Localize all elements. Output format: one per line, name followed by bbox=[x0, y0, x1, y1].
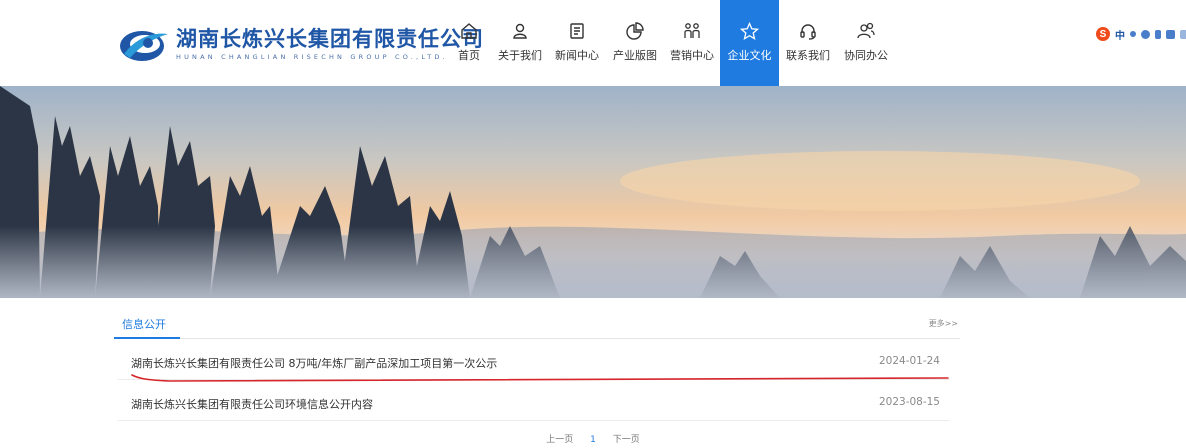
site-header: 湖南长炼兴长集团有限责任公司 HUNAN CHANGLIAN RISECHN G… bbox=[0, 0, 1186, 108]
hero-banner bbox=[0, 86, 1186, 298]
main-nav: 首页 关于我们 新闻中心 产业版图 营销中心 企业文化 联系我们 协同办公 bbox=[452, 0, 895, 108]
landscape-banner-image bbox=[0, 86, 1186, 298]
company-logo[interactable]: 湖南长炼兴长集团有限责任公司 HUNAN CHANGLIAN RISECHN G… bbox=[118, 22, 484, 66]
ime-mode[interactable]: 中 bbox=[1115, 27, 1125, 42]
info-disclosure-section: 信息公开 更多>> 湖南长炼兴长集团有限责任公司 8万吨/年炼厂副产品深加工项目… bbox=[114, 306, 960, 421]
sogou-logo-icon: S bbox=[1096, 27, 1110, 41]
microphone-icon[interactable] bbox=[1155, 29, 1161, 39]
current-page[interactable]: 1 bbox=[590, 435, 596, 445]
list-item-title[interactable]: 湖南长炼兴长集团有限责任公司 8万吨/年炼厂副产品深加工项目第一次公示 bbox=[131, 355, 497, 371]
list-item-title[interactable]: 湖南长炼兴长集团有限责任公司环境信息公开内容 bbox=[131, 396, 373, 412]
keyboard-icon[interactable] bbox=[1166, 29, 1175, 39]
company-name-cn: 湖南长炼兴长集团有限责任公司 bbox=[176, 27, 484, 51]
pie-chart-icon bbox=[624, 20, 646, 42]
list-item-date: 2024-01-24 bbox=[878, 355, 940, 367]
headset-icon bbox=[797, 20, 819, 42]
nav-label: 产业版图 bbox=[613, 49, 657, 62]
team-icon bbox=[681, 20, 703, 42]
section-tab-bar: 信息公开 更多>> bbox=[114, 306, 960, 339]
next-page-link[interactable]: 下一页 bbox=[613, 435, 640, 445]
star-icon bbox=[739, 20, 761, 42]
nav-label: 关于我们 bbox=[498, 49, 542, 62]
more-link[interactable]: 更多>> bbox=[929, 318, 958, 329]
red-annotation-underline bbox=[131, 374, 949, 383]
list-item-date: 2023-08-15 bbox=[878, 396, 940, 408]
person-icon bbox=[509, 20, 531, 42]
tab-info-disclosure[interactable]: 信息公开 bbox=[122, 316, 166, 332]
users-icon bbox=[855, 20, 877, 42]
nav-label: 协同办公 bbox=[844, 49, 888, 62]
skin-icon[interactable] bbox=[1180, 29, 1186, 39]
emoji-icon[interactable] bbox=[1141, 29, 1150, 39]
list-item[interactable]: 湖南长炼兴长集团有限责任公司环境信息公开内容 2023-08-15 bbox=[118, 380, 950, 421]
ime-toolbar[interactable]: S 中 bbox=[1096, 27, 1186, 42]
home-icon bbox=[458, 20, 480, 42]
nav-label: 营销中心 bbox=[670, 49, 714, 62]
nav-label: 企业文化 bbox=[727, 49, 772, 62]
news-icon bbox=[566, 20, 588, 42]
nav-label: 新闻中心 bbox=[555, 49, 599, 62]
nav-label: 联系我们 bbox=[786, 49, 830, 62]
nav-label: 首页 bbox=[458, 49, 480, 62]
pagination: 上一页 1 下一页 bbox=[0, 432, 1186, 445]
company-name-en: HUNAN CHANGLIAN RISECHN GROUP CO.,LTD. bbox=[176, 53, 448, 61]
logo-mark-icon bbox=[118, 24, 170, 64]
punctuation-icon[interactable] bbox=[1130, 31, 1136, 37]
prev-page-link[interactable]: 上一页 bbox=[546, 435, 573, 445]
